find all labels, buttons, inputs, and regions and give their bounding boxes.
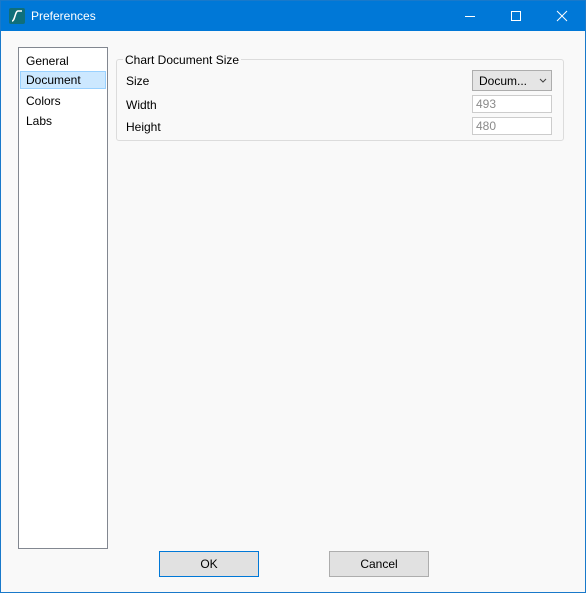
cancel-button[interactable]: Cancel (329, 551, 429, 577)
preferences-category-list[interactable]: General Document Colors Labs (18, 47, 108, 549)
preferences-window: Preferences General Document Colors Labs… (0, 0, 586, 593)
maximize-icon (511, 11, 521, 21)
window-title: Preferences (31, 9, 96, 23)
nav-item-document[interactable]: Document (20, 71, 106, 89)
height-field[interactable] (472, 117, 552, 135)
width-field[interactable] (472, 95, 552, 113)
size-dropdown[interactable]: Docum... (472, 70, 552, 91)
size-label: Size (126, 74, 150, 88)
nav-item-general[interactable]: General (20, 52, 106, 70)
nav-item-labs[interactable]: Labs (20, 112, 106, 130)
ok-button[interactable]: OK (159, 551, 259, 577)
size-dropdown-value: Docum... (479, 74, 528, 88)
chart-line-icon (9, 8, 25, 24)
height-label: Height (126, 120, 161, 134)
minimize-icon (465, 16, 475, 17)
nav-item-colors[interactable]: Colors (20, 92, 106, 110)
maximize-button[interactable] (493, 1, 539, 31)
close-button[interactable] (539, 1, 585, 31)
close-icon (556, 10, 568, 22)
title-bar[interactable]: Preferences (1, 1, 585, 31)
minimize-button[interactable] (447, 1, 493, 31)
chevron-down-icon (539, 78, 547, 83)
group-title: Chart Document Size (123, 53, 242, 67)
width-label: Width (126, 98, 157, 112)
